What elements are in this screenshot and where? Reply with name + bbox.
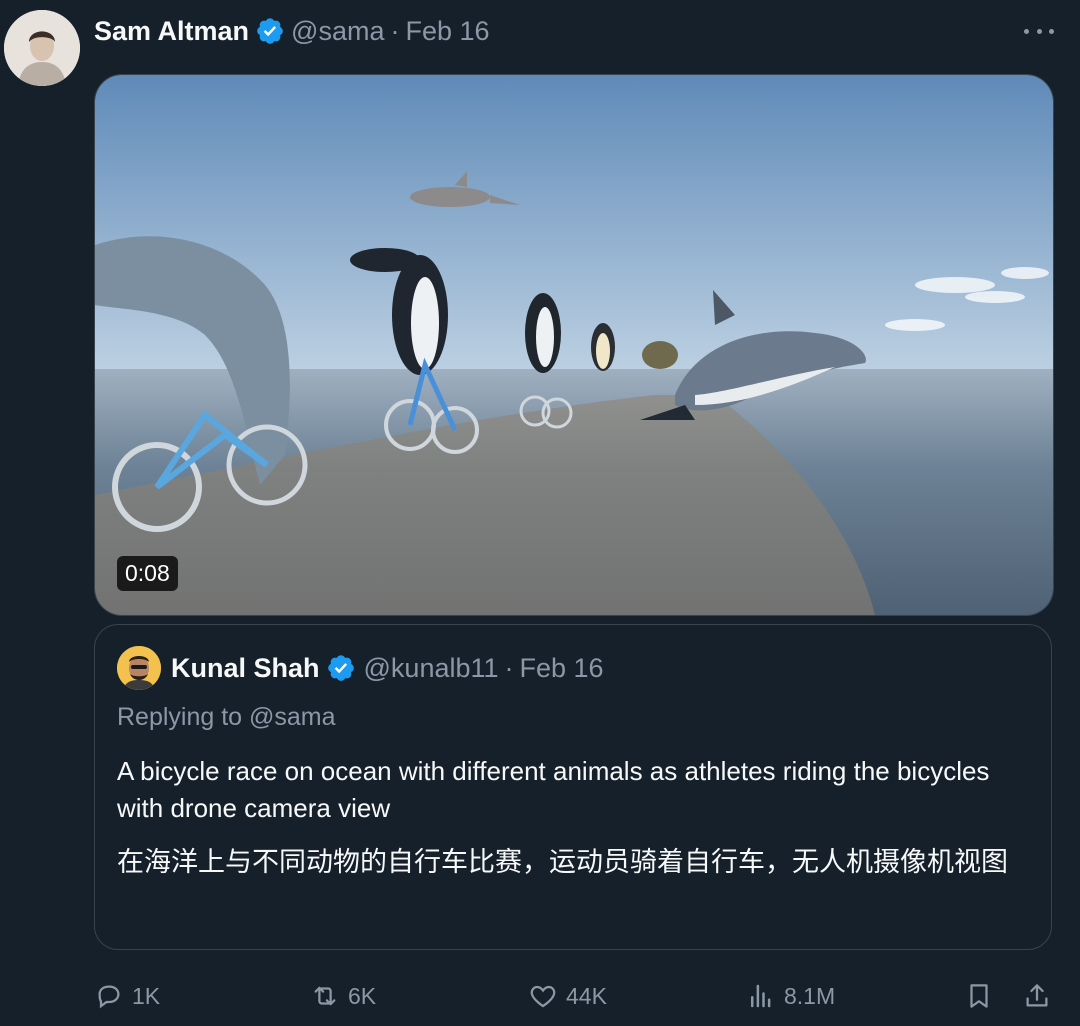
quoted-author-name[interactable]: Kunal Shah — [171, 653, 320, 684]
views-button[interactable]: 8.1M — [746, 974, 835, 1018]
reply-icon — [98, 985, 120, 1009]
more-options-icon[interactable] — [1024, 18, 1054, 44]
user-avatar-icon — [4, 10, 80, 86]
user-avatar-icon — [117, 646, 161, 690]
quoted-text-english: A bicycle race on ocean with different a… — [117, 756, 990, 823]
quoted-date[interactable]: Feb 16 — [520, 653, 604, 684]
quoted-text-chinese: 在海洋上与不同动物的自行车比赛，运动员骑着自行车，无人机摄像机视图 — [117, 847, 1008, 877]
bookmark-button[interactable] — [964, 974, 994, 1018]
repost-icon — [314, 986, 336, 1006]
video-duration: 0:08 — [117, 556, 178, 591]
replying-to[interactable]: Replying to @sama — [117, 703, 336, 732]
video-frame — [95, 75, 1053, 615]
video-media[interactable]: 0:08 — [94, 74, 1054, 616]
heart-icon — [530, 985, 556, 1008]
tweet-header: Sam Altman @sama · Feb 16 — [94, 12, 490, 50]
quoted-avatar[interactable] — [117, 646, 161, 690]
author-handle[interactable]: @sama — [291, 16, 384, 47]
quoted-tweet[interactable]: Kunal Shah @kunalb11 · Feb 16 Replying t… — [94, 624, 1052, 950]
quoted-separator: · — [504, 652, 514, 683]
verified-badge-icon — [326, 653, 356, 683]
views-count: 8.1M — [784, 982, 836, 1009]
header-separator: · — [390, 15, 400, 46]
reply-count: 1K — [132, 982, 161, 1009]
bookmark-icon — [970, 984, 988, 1008]
repost-button[interactable]: 6K — [310, 974, 376, 1018]
verified-badge-icon — [255, 16, 285, 46]
reply-button[interactable]: 1K — [94, 974, 160, 1018]
tweet-date[interactable]: Feb 16 — [405, 16, 489, 47]
quoted-header: Kunal Shah @kunalb11 · Feb 16 — [117, 645, 604, 691]
like-button[interactable]: 44K — [528, 974, 607, 1018]
views-icon — [751, 984, 771, 1008]
quoted-author-handle[interactable]: @kunalb11 — [364, 653, 499, 684]
share-icon — [1026, 984, 1048, 1007]
author-name[interactable]: Sam Altman — [94, 16, 249, 47]
like-count: 44K — [566, 982, 607, 1009]
author-avatar[interactable] — [4, 10, 80, 86]
repost-count: 6K — [348, 982, 377, 1009]
share-button[interactable] — [1022, 974, 1052, 1018]
tweet-actions: 1K 6K 44K 8.1M — [94, 974, 1060, 1018]
